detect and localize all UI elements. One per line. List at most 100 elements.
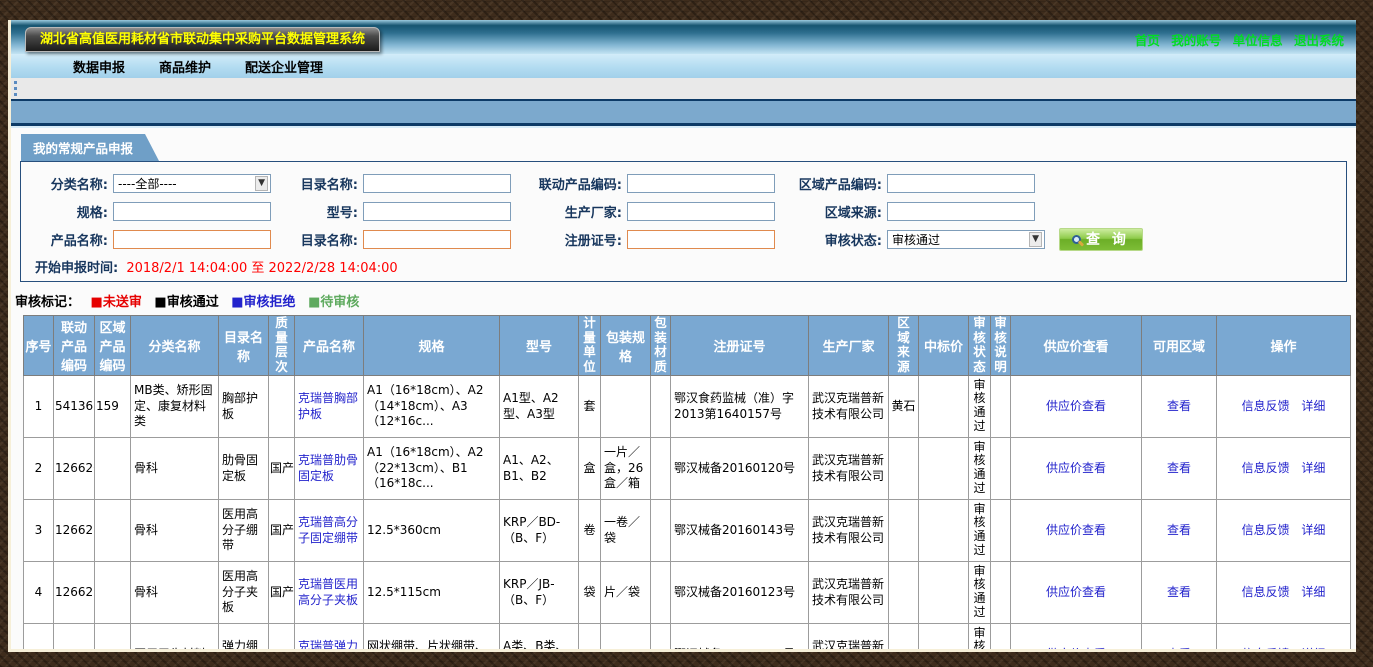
product-name-input[interactable] bbox=[113, 230, 271, 249]
catalog-cell: 胸部护板 bbox=[219, 376, 269, 438]
operation-cell: 信息反馈 详细 bbox=[1217, 562, 1351, 624]
catalog-name-input[interactable] bbox=[363, 174, 511, 193]
col-unit: 计量单位 bbox=[579, 316, 601, 376]
nav-account-link[interactable]: 我的账号 bbox=[1171, 33, 1221, 48]
seq-cell: 1 bbox=[24, 376, 54, 438]
tab-my-regular-product-declare[interactable]: 我的常规产品申报 bbox=[21, 134, 159, 161]
supply-price-link[interactable]: 供应价查看 bbox=[1046, 461, 1106, 475]
detail-link[interactable]: 详细 bbox=[1301, 523, 1325, 537]
spec-input[interactable] bbox=[113, 202, 271, 221]
catalog-cell: 肋骨固定板 bbox=[219, 438, 269, 500]
legend-label: 审核标记： bbox=[15, 295, 80, 310]
view-region-link[interactable]: 查看 bbox=[1167, 399, 1191, 413]
supply-price-link[interactable]: 供应价查看 bbox=[1046, 399, 1106, 413]
product-link[interactable]: 克瑞普弹力绷带 bbox=[298, 639, 358, 652]
available-region-cell: 查看 bbox=[1142, 438, 1217, 500]
drag-handle-icon[interactable] bbox=[14, 81, 17, 96]
supply-price-link[interactable]: 供应价查看 bbox=[1046, 585, 1106, 599]
product-link[interactable]: 克瑞普医用高分子夹板 bbox=[298, 577, 358, 607]
search-button-label: 查 询 bbox=[1086, 229, 1130, 249]
category-label: 分类名称: bbox=[21, 174, 113, 193]
reg-no-cell: 鄂汉械备20160121号 bbox=[671, 624, 809, 653]
spec-cell: A1（16*18cm）、A2（22*13cm）、B1（16*18c... bbox=[364, 438, 500, 500]
product-cell: 克瑞普弹力绷带 bbox=[295, 624, 364, 653]
catalog-cell: 弹力绷带 bbox=[219, 624, 269, 653]
view-region-link[interactable]: 查看 bbox=[1167, 461, 1191, 475]
product-link[interactable]: 克瑞普肋骨固定板 bbox=[298, 453, 358, 483]
category-cell: 骨科 bbox=[131, 438, 219, 500]
product-cell: 克瑞普肋骨固定板 bbox=[295, 438, 364, 500]
seq-cell: 4 bbox=[24, 562, 54, 624]
catalog-name2-input[interactable] bbox=[363, 230, 511, 249]
pack-spec-cell: 一片／盒，26盒／箱 bbox=[601, 438, 651, 500]
detail-link[interactable]: 详细 bbox=[1301, 585, 1325, 599]
view-region-link[interactable]: 查看 bbox=[1167, 585, 1191, 599]
app-title: 湖北省高值医用耗材省市联动集中采购平台数据管理系统 bbox=[25, 27, 380, 52]
unit-cell bbox=[579, 624, 601, 653]
link-code-cell bbox=[54, 624, 95, 653]
nav-home-link[interactable]: 首页 bbox=[1135, 33, 1160, 48]
category-cell: MB类、矫形固定、康复材料类 bbox=[131, 376, 219, 438]
model-cell: KRP／BD-（B、F） bbox=[500, 500, 579, 562]
catalog-name2-label: 目录名称: bbox=[283, 230, 363, 249]
quality-cell bbox=[269, 624, 295, 653]
region-source-label: 区域来源: bbox=[791, 202, 887, 221]
feedback-link[interactable]: 信息反馈 bbox=[1242, 461, 1290, 475]
model-input[interactable] bbox=[363, 202, 511, 221]
supply-price-link[interactable]: 供应价查看 bbox=[1046, 523, 1106, 537]
bid-price-cell bbox=[919, 376, 969, 438]
reg-no-input[interactable] bbox=[627, 230, 775, 249]
view-region-link[interactable]: 查看 bbox=[1167, 647, 1191, 652]
link-code-input[interactable] bbox=[627, 174, 775, 193]
col-pack-material: 包装材质 bbox=[651, 316, 671, 376]
audit-note-cell bbox=[991, 562, 1011, 624]
nav-unit-info-link[interactable]: 单位信息 bbox=[1233, 33, 1283, 48]
table-row: 4 126625 骨科 医用高分子夹板 国产 克瑞普医用高分子夹板 12.5*1… bbox=[24, 562, 1351, 624]
col-region-code: 区域产品编码 bbox=[95, 316, 131, 376]
filter-form: 分类名称: ----全部---- ▼ 目录名称: 联动产品编码: 区域产品编码: bbox=[20, 161, 1347, 282]
spec-cell: 网状绷带、片状绷带、胸... bbox=[364, 624, 500, 653]
model-cell: A1型、A2型、A3型 bbox=[500, 376, 579, 438]
detail-link[interactable]: 详细 bbox=[1301, 647, 1325, 652]
supply-price-cell: 供应价查看 bbox=[1011, 562, 1142, 624]
region-source-input[interactable] bbox=[887, 202, 1035, 221]
product-link[interactable]: 克瑞普高分子固定绷带 bbox=[298, 515, 358, 545]
menu-delivery-company[interactable]: 配送企业管理 bbox=[245, 57, 323, 76]
nav-logout-link[interactable]: 退出系统 bbox=[1294, 33, 1344, 48]
audit-note-cell bbox=[991, 500, 1011, 562]
feedback-link[interactable]: 信息反馈 bbox=[1242, 399, 1290, 413]
declare-time-row: 开始申报时间: 2018/2/1 14:04:00 至 2022/2/28 14… bbox=[35, 257, 1346, 276]
unit-cell: 套 bbox=[579, 376, 601, 438]
product-link[interactable]: 克瑞普胸部护板 bbox=[298, 391, 358, 421]
view-region-link[interactable]: 查看 bbox=[1167, 523, 1191, 537]
detail-link[interactable]: 详细 bbox=[1301, 461, 1325, 475]
audit-status-cell: 审核通过 bbox=[969, 562, 991, 624]
audit-status-select[interactable]: 审核通过 ▼ bbox=[887, 230, 1045, 249]
detail-link[interactable]: 详细 bbox=[1301, 399, 1325, 413]
reg-no-cell: 鄂汉械备20160120号 bbox=[671, 438, 809, 500]
col-manufacturer: 生产厂家 bbox=[809, 316, 889, 376]
product-cell: 克瑞普高分子固定绷带 bbox=[295, 500, 364, 562]
menu-data-declare[interactable]: 数据申报 bbox=[73, 57, 125, 76]
feedback-link[interactable]: 信息反馈 bbox=[1242, 585, 1290, 599]
unit-cell: 卷 bbox=[579, 500, 601, 562]
available-region-cell: 查看 bbox=[1142, 624, 1217, 653]
pack-spec-cell bbox=[601, 376, 651, 438]
manufacturer-input[interactable] bbox=[627, 202, 775, 221]
supply-price-link[interactable]: 供应价查看 bbox=[1046, 647, 1106, 652]
region-code-input[interactable] bbox=[887, 174, 1035, 193]
feedback-link[interactable]: 信息反馈 bbox=[1242, 523, 1290, 537]
audit-status-cell: 审核通过 bbox=[969, 624, 991, 653]
product-table: 序号 联动产品编码 区域产品编码 分类名称 目录名称 质量层次 产品名称 规格 … bbox=[23, 315, 1351, 652]
pack-material-cell bbox=[651, 500, 671, 562]
audit-note-cell bbox=[991, 624, 1011, 653]
menu-product-maintain[interactable]: 商品维护 bbox=[159, 57, 211, 76]
model-cell: KRP／JB-（B、F） bbox=[500, 562, 579, 624]
product-table-body: 1 54136 159 MB类、矫形固定、康复材料类 胸部护板 克瑞普胸部护板 … bbox=[24, 376, 1351, 653]
filter-row-1: 分类名称: ----全部---- ▼ 目录名称: 联动产品编码: 区域产品编码: bbox=[21, 169, 1346, 197]
table-row: 2 126620 骨科 肋骨固定板 国产 克瑞普肋骨固定板 A1（16*18cm… bbox=[24, 438, 1351, 500]
feedback-link[interactable]: 信息反馈 bbox=[1242, 647, 1290, 652]
search-button[interactable]: 查 询 bbox=[1059, 228, 1143, 251]
unit-cell: 袋 bbox=[579, 562, 601, 624]
category-select[interactable]: ----全部---- ▼ bbox=[113, 174, 271, 193]
